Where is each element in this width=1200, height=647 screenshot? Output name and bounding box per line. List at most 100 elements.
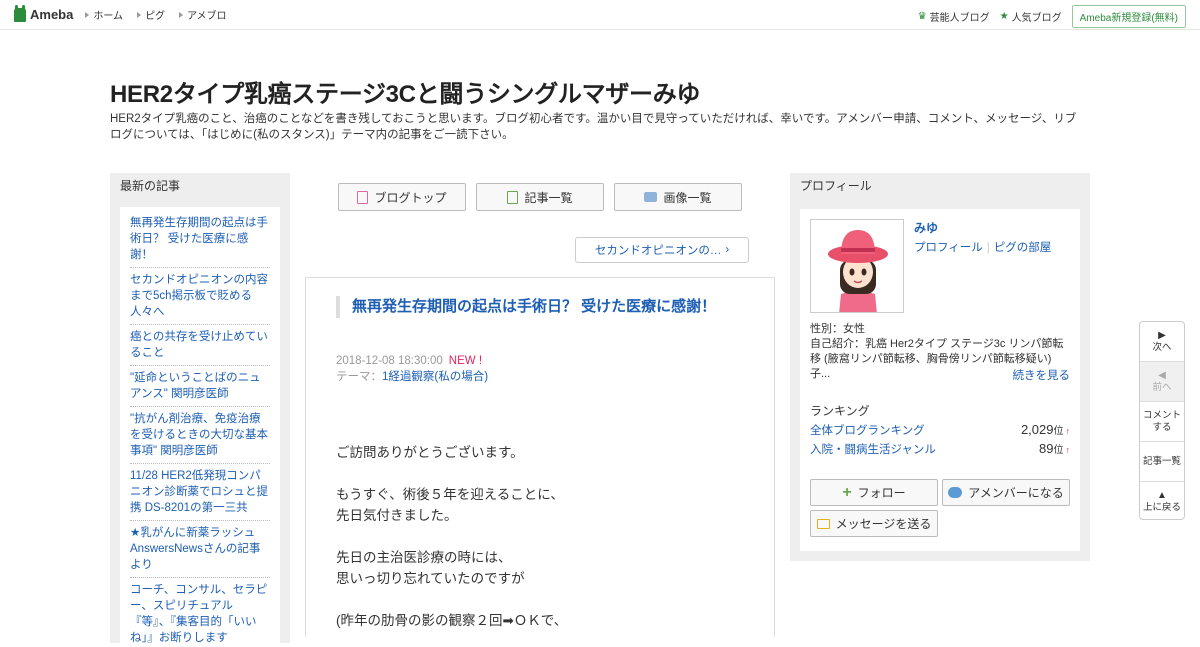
- next-label: 次へ: [1152, 341, 1172, 353]
- article-list-button[interactable]: 記事一覧: [476, 183, 604, 211]
- message-button[interactable]: メッセージを送る: [810, 510, 938, 537]
- article-title[interactable]: 無再発生存期間の起点は手術日？ 受けた医療に感謝！: [336, 296, 726, 318]
- documents-icon: [507, 190, 519, 204]
- ameba-logo[interactable]: Ameba: [14, 4, 74, 22]
- message-label: メッセージを送る: [835, 517, 932, 531]
- article-body: ご訪問ありがとうございます。 もうすぐ、術後５年を迎えることに、 先日気付きまし…: [336, 442, 756, 631]
- ranking-heading: ランキング: [810, 404, 870, 418]
- recent-article-link[interactable]: 無再発生存期間の起点は手術日？ 受けた医療に感謝！: [130, 211, 270, 268]
- article-paragraph: [336, 589, 756, 610]
- article-meta: 2018-12-08 18:30:00 NEW ! テーマ：1経過観察(私の場合): [336, 353, 488, 385]
- blog-nav-buttons: ブログトップ 記事一覧 画像一覧: [338, 183, 742, 211]
- ranking-value: 89位 ↑: [1039, 441, 1070, 457]
- recent-article-link[interactable]: "延命ということばのニュアンス" 関明彦医師: [130, 366, 270, 407]
- profile-link[interactable]: プロフィール: [914, 242, 983, 254]
- follow-label: フォロー: [857, 486, 906, 500]
- next-button[interactable]: ▶ 次へ: [1140, 322, 1184, 362]
- read-more-link[interactable]: 続きを見る: [1013, 367, 1071, 383]
- nav-pig[interactable]: ピグ: [137, 7, 165, 22]
- amember-button[interactable]: アメンバーになる: [942, 479, 1070, 506]
- arrow-right-icon: ▶: [1158, 329, 1166, 341]
- overall-ranking-link[interactable]: 全体ブログランキング: [810, 422, 925, 438]
- ranking-row: 入院・闘病生活ジャンル 89位 ↑: [810, 441, 1070, 457]
- recent-article-link[interactable]: ★乳がんに新薬ラッシュ AnswersNewsさんの記事より: [130, 521, 270, 578]
- blog-description: HER2タイプ乳癌のこと、治癌のことなどを書き残しておこうと思います。ブログ初心…: [110, 113, 1077, 141]
- prev-article-label: セカンドオピニオンの…: [594, 245, 722, 257]
- recent-articles-list: 無再発生存期間の起点は手術日？ 受けた医療に感謝！ セカンドオピニオンの内容まで…: [120, 207, 280, 647]
- ranking-unit: 位: [1053, 426, 1064, 437]
- prev-article-link[interactable]: セカンドオピニオンの… ›: [575, 237, 749, 263]
- ranking-row: 全体ブログランキング 2,029位 ↑: [810, 422, 1070, 438]
- prev-button[interactable]: ◀ 前へ: [1140, 362, 1184, 402]
- blog-top-button[interactable]: ブログトップ: [338, 183, 466, 211]
- profile-heading: プロフィール: [800, 179, 872, 193]
- mail-icon: [816, 518, 830, 529]
- nav-home[interactable]: ホーム: [85, 7, 123, 22]
- back-to-top-label: 上に戻る: [1142, 502, 1181, 513]
- global-header: Ameba ホーム ピグ アメブロ ♛ 芸能人ブログ ★ 人気ブログ Ameba新規…: [0, 0, 1200, 30]
- profile-name[interactable]: みゆ: [914, 219, 938, 236]
- nav-pig-label: ピグ: [145, 11, 166, 22]
- recent-article-link[interactable]: セカンドオピニオンの内容まで5ch掲示板で貶める人々へ: [130, 268, 270, 325]
- genre-ranking-link[interactable]: 入院・闘病生活ジャンル: [810, 441, 936, 457]
- header-right: ♛ 芸能人ブログ ★ 人気ブログ Ameba新規登録(無料): [918, 5, 1186, 28]
- image-list-button[interactable]: 画像一覧: [614, 183, 742, 211]
- avatar[interactable]: [810, 219, 904, 313]
- profile-panel: プロフィール みゆ プロフィール | ピグの部屋 性別：女性 自己紹介：乳癌 Her…: [790, 173, 1090, 561]
- nav-ameblo[interactable]: アメブロ: [179, 7, 227, 22]
- image-list-label: 画像一覧: [663, 190, 712, 205]
- prev-label: 前へ: [1152, 381, 1172, 393]
- blog-title[interactable]: HER2タイプ乳癌ステージ3Cと闘うシングルマザーみゆ: [110, 74, 700, 109]
- amember-icon: [948, 487, 963, 498]
- profile-links: プロフィール | ピグの部屋: [914, 239, 1051, 255]
- signup-button[interactable]: Ameba新規登録(無料): [1071, 5, 1186, 28]
- popular-blog-label: 人気ブログ: [1011, 13, 1062, 24]
- star-icon: ★: [999, 11, 1009, 22]
- follow-button[interactable]: + フォロー: [810, 479, 938, 506]
- article-paragraph: [336, 526, 756, 547]
- recent-article-link[interactable]: コーチ、コンサル、セラピー、スピリチュアル『等』、『集客目的「いいね」』お断りし…: [130, 578, 270, 647]
- profile-gender: 性別：女性: [810, 323, 865, 335]
- blog-top-label: ブログトップ: [374, 190, 447, 205]
- ranking-value: 2,029位 ↑: [1021, 422, 1070, 438]
- recent-articles-panel: 最新の記事 無再発生存期間の起点は手術日？ 受けた医療に感謝！ セカンドオピニオ…: [110, 173, 290, 647]
- arrow-up-icon: ↑: [1065, 445, 1071, 455]
- article-list-side-button[interactable]: 記事一覧: [1140, 442, 1184, 482]
- comment-button[interactable]: コメントする: [1140, 402, 1184, 442]
- floating-nav: ▶ 次へ ◀ 前へ コメントする 記事一覧 ▲ 上に戻る: [1139, 321, 1185, 520]
- recent-article-link[interactable]: 癌との共存を受け止めていること: [130, 325, 270, 366]
- crown-icon: ♛: [917, 11, 927, 22]
- pig-room-link[interactable]: ピグの部屋: [994, 242, 1052, 254]
- popular-blog-link[interactable]: ★ 人気ブログ: [1000, 9, 1062, 24]
- amember-label: アメンバーになる: [968, 486, 1064, 500]
- triangle-right-icon: [137, 11, 142, 18]
- article-paragraph: 思いっ切り忘れていたのですが: [336, 571, 525, 586]
- theme-label: テーマ：: [336, 371, 382, 383]
- article-date: 2018-12-08 18:30:00: [336, 355, 443, 367]
- ranking-number: 2,029: [1020, 422, 1054, 437]
- back-to-top-button[interactable]: ▲ 上に戻る: [1140, 482, 1184, 519]
- article-paragraph: 先日の主治医診療の時には、: [336, 550, 512, 565]
- triangle-right-icon: [179, 11, 184, 18]
- nav-home-label: ホーム: [93, 11, 124, 22]
- recent-article-link[interactable]: 11/28 HER2低発現コンパニオン診断薬でロシュと提携 DS-8201の第一…: [130, 464, 270, 521]
- ameba-logo-icon: [14, 4, 26, 22]
- recent-articles-heading: 最新の記事: [120, 179, 181, 193]
- article: 無再発生存期間の起点は手術日？ 受けた医療に感謝！ 2018-12-08 18:…: [305, 277, 775, 637]
- arrow-left-icon: ◀: [1158, 369, 1166, 381]
- arrow-up-icon: ▲: [1157, 490, 1167, 501]
- celebrity-blog-link[interactable]: ♛ 芸能人ブログ: [918, 9, 990, 24]
- profile-body: みゆ プロフィール | ピグの部屋 性別：女性 自己紹介：乳癌 Her2タイプ ステ…: [800, 209, 1080, 551]
- avatar-illustration: [811, 220, 903, 312]
- article-paragraph: (昨年の肋骨の影の観察２回➡ＯＫで、: [336, 613, 568, 628]
- chevron-right-icon: ›: [725, 244, 730, 256]
- separator: |: [986, 242, 990, 254]
- new-badge: NEW !: [448, 355, 483, 367]
- logo-text: Ameba: [30, 7, 74, 22]
- nav-ameblo-label: アメブロ: [187, 11, 227, 22]
- article-list-label: 記事一覧: [524, 190, 573, 205]
- plus-icon: +: [842, 483, 852, 501]
- recent-article-link[interactable]: "抗がん剤治療、免疫治療を受けるときの大切な基本事項" 関明彦医師: [130, 407, 270, 464]
- camera-icon: [644, 192, 658, 202]
- article-theme-link[interactable]: 1経過観察(私の場合): [382, 371, 488, 383]
